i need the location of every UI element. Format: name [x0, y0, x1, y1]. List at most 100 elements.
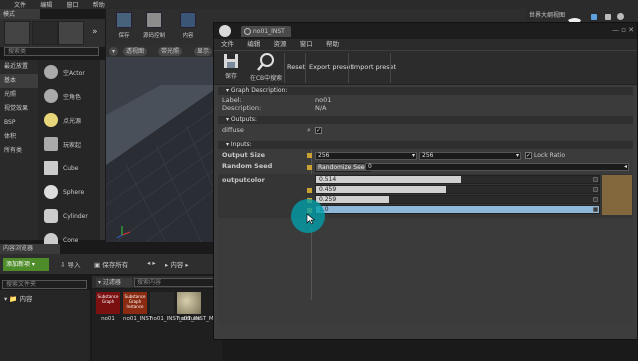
menu-asset[interactable]: 资源	[273, 39, 286, 50]
list-item[interactable]: 空Actor	[38, 60, 100, 84]
category-basic[interactable]: 基本	[0, 74, 38, 88]
show-button[interactable]: 显示	[194, 47, 213, 56]
chat-icon[interactable]	[591, 14, 597, 20]
window-titlebar[interactable]: no01_INST — ▫ ✕	[214, 23, 637, 39]
outputcolor-swatch[interactable]	[602, 175, 632, 215]
reset-button[interactable]: Reset	[287, 63, 305, 71]
menu-edit[interactable]: 编辑	[40, 0, 52, 9]
toolbar-divider	[348, 53, 349, 83]
level-viewport[interactable]: ▾ 透视图 带光照 显示	[106, 45, 221, 242]
modes-items: 空Actor 空角色 点光源 玩家起 Cube Sphere Cylinder …	[38, 60, 100, 247]
outputcolor-b-slider[interactable]: 0.259	[315, 195, 600, 204]
content-button[interactable]: 内容	[174, 12, 202, 42]
asset-tile[interactable]: no01_INST_MAT	[177, 292, 221, 322]
randomize-seed-button[interactable]: Randomize Seed	[315, 163, 372, 172]
menu-help[interactable]: 帮助	[326, 39, 339, 50]
list-item[interactable]: 空角色	[38, 84, 100, 108]
toolbar-divider	[305, 53, 306, 83]
place-mode-icon[interactable]	[4, 21, 30, 45]
outputcolor-g-slider[interactable]: 0.459	[315, 185, 600, 194]
menu-window[interactable]: 窗口	[300, 39, 313, 50]
slider-fill	[316, 176, 462, 183]
output-size-label: Output Size	[222, 151, 266, 159]
outputcolor-row: outputcolor 0.514 0.459 0.259 1.0	[218, 174, 633, 218]
reset-arrow-icon[interactable]	[593, 177, 598, 182]
content-icon	[180, 12, 196, 28]
output-diffuse-checkbox[interactable]: ✓	[315, 127, 322, 134]
reset-arrow-icon[interactable]	[593, 187, 598, 192]
save-icon	[116, 12, 132, 28]
lock-ratio-checkbox[interactable]: ✓	[525, 152, 532, 159]
mouse-pointer-icon	[306, 213, 316, 225]
list-item[interactable]: 玩家起	[38, 132, 100, 156]
bookmark-icon[interactable]	[605, 14, 611, 20]
filters-button[interactable]: ▾ 过滤器	[96, 278, 132, 287]
save-button[interactable]: 保存	[219, 53, 243, 80]
export-preset-button[interactable]: Export preset	[309, 63, 353, 71]
menu-file[interactable]: 文件	[221, 39, 234, 50]
asset-name: no01_INST_MAT	[177, 316, 221, 322]
save-button[interactable]: 保存	[110, 12, 138, 42]
asset-name: no01_INST	[123, 316, 153, 322]
content-label: 内容	[182, 33, 194, 39]
tree-folder-content[interactable]: ▾ 📁 内容	[4, 293, 33, 303]
asset-tile[interactable]: Substance Graph Instance no01_INST	[123, 292, 153, 322]
modes-tab[interactable]: 模式	[0, 9, 40, 19]
landscape-mode-icon[interactable]	[58, 21, 84, 45]
axis-gizmo-icon	[116, 226, 131, 239]
find-output-icon[interactable]: ⌕	[307, 126, 311, 135]
output-size-x-select[interactable]: 256 ▾	[315, 152, 417, 160]
window-controls[interactable]: — ▫ ✕	[612, 26, 636, 36]
category-visual[interactable]: 视觉效果	[0, 102, 38, 116]
list-item[interactable]: Cube	[38, 156, 100, 180]
section-inputs[interactable]: ▾ Inputs:	[218, 141, 633, 149]
category-recent[interactable]: 最近放置	[0, 60, 38, 74]
source-control-button[interactable]: 源码控制	[140, 12, 168, 42]
sphere-icon	[44, 185, 58, 199]
history-arrows-icon[interactable]: ◂ ▸	[147, 259, 156, 267]
asset-search-input[interactable]: 搜索内容	[134, 278, 220, 287]
list-item[interactable]: 点光源	[38, 108, 100, 132]
reset-arrow-icon[interactable]	[593, 207, 598, 212]
save-all-button[interactable]: ▣ 保存所有	[94, 259, 128, 269]
paint-mode-icon[interactable]	[32, 21, 58, 45]
menu-edit[interactable]: 编辑	[247, 39, 260, 50]
random-seed-input[interactable]: 0 ◂	[365, 163, 629, 171]
menu-window[interactable]: 窗口	[67, 0, 79, 9]
section-graph-description[interactable]: ▾ Graph Description:	[218, 87, 633, 95]
category-volumes[interactable]: 体积	[0, 130, 38, 144]
outputcolor-r-slider[interactable]: 0.514	[315, 175, 600, 184]
lit-button[interactable]: 带光照	[158, 47, 183, 56]
path-breadcrumb[interactable]: ▸ 内容 ▸	[165, 259, 189, 269]
reset-arrow-icon[interactable]	[593, 197, 598, 202]
import-button[interactable]: ⇩ 导入	[60, 259, 81, 269]
outputcolor-a-slider[interactable]: 1.0	[315, 205, 600, 214]
list-item[interactable]: Sphere	[38, 180, 100, 204]
find-in-cb-button[interactable]: 在CB中搜索	[246, 53, 286, 82]
asset-tile[interactable]: Substance Graph no01	[96, 292, 120, 322]
player-start-icon	[44, 137, 58, 151]
folder-search-input[interactable]: 搜索文件夹	[2, 280, 87, 289]
help-icon[interactable]	[617, 13, 624, 20]
chevron-right-icon[interactable]: »	[92, 27, 98, 37]
menu-help[interactable]: 帮助	[93, 0, 105, 9]
menu-file[interactable]: 文件	[14, 0, 26, 9]
modes-scrollbar[interactable]	[100, 60, 105, 240]
category-lights[interactable]: 光照	[0, 88, 38, 102]
perspective-button[interactable]: 透视图	[123, 47, 148, 56]
category-all[interactable]: 所有类	[0, 144, 38, 158]
viewport-options-button[interactable]: ▾	[109, 47, 119, 56]
reset-arrow-icon[interactable]: ◂	[624, 164, 628, 170]
section-outputs[interactable]: ▾ Outputs:	[218, 116, 633, 124]
category-bsp[interactable]: BSP	[0, 116, 38, 130]
output-size-y-select[interactable]: 256 ▾	[419, 152, 521, 160]
reset-to-default-icon[interactable]	[307, 153, 312, 158]
add-new-button[interactable]: 添加新项 ▾	[3, 258, 49, 271]
reset-to-default-icon[interactable]	[307, 188, 312, 193]
asset-tile[interactable]: no01_INST_diffuse	[150, 292, 200, 322]
list-item[interactable]: Cylinder	[38, 204, 100, 228]
content-browser-tab[interactable]: 内容浏览器	[0, 244, 60, 254]
reset-to-default-icon[interactable]	[307, 165, 312, 170]
cube-icon	[44, 161, 58, 175]
modes-search-input[interactable]: 搜索类	[4, 47, 99, 56]
